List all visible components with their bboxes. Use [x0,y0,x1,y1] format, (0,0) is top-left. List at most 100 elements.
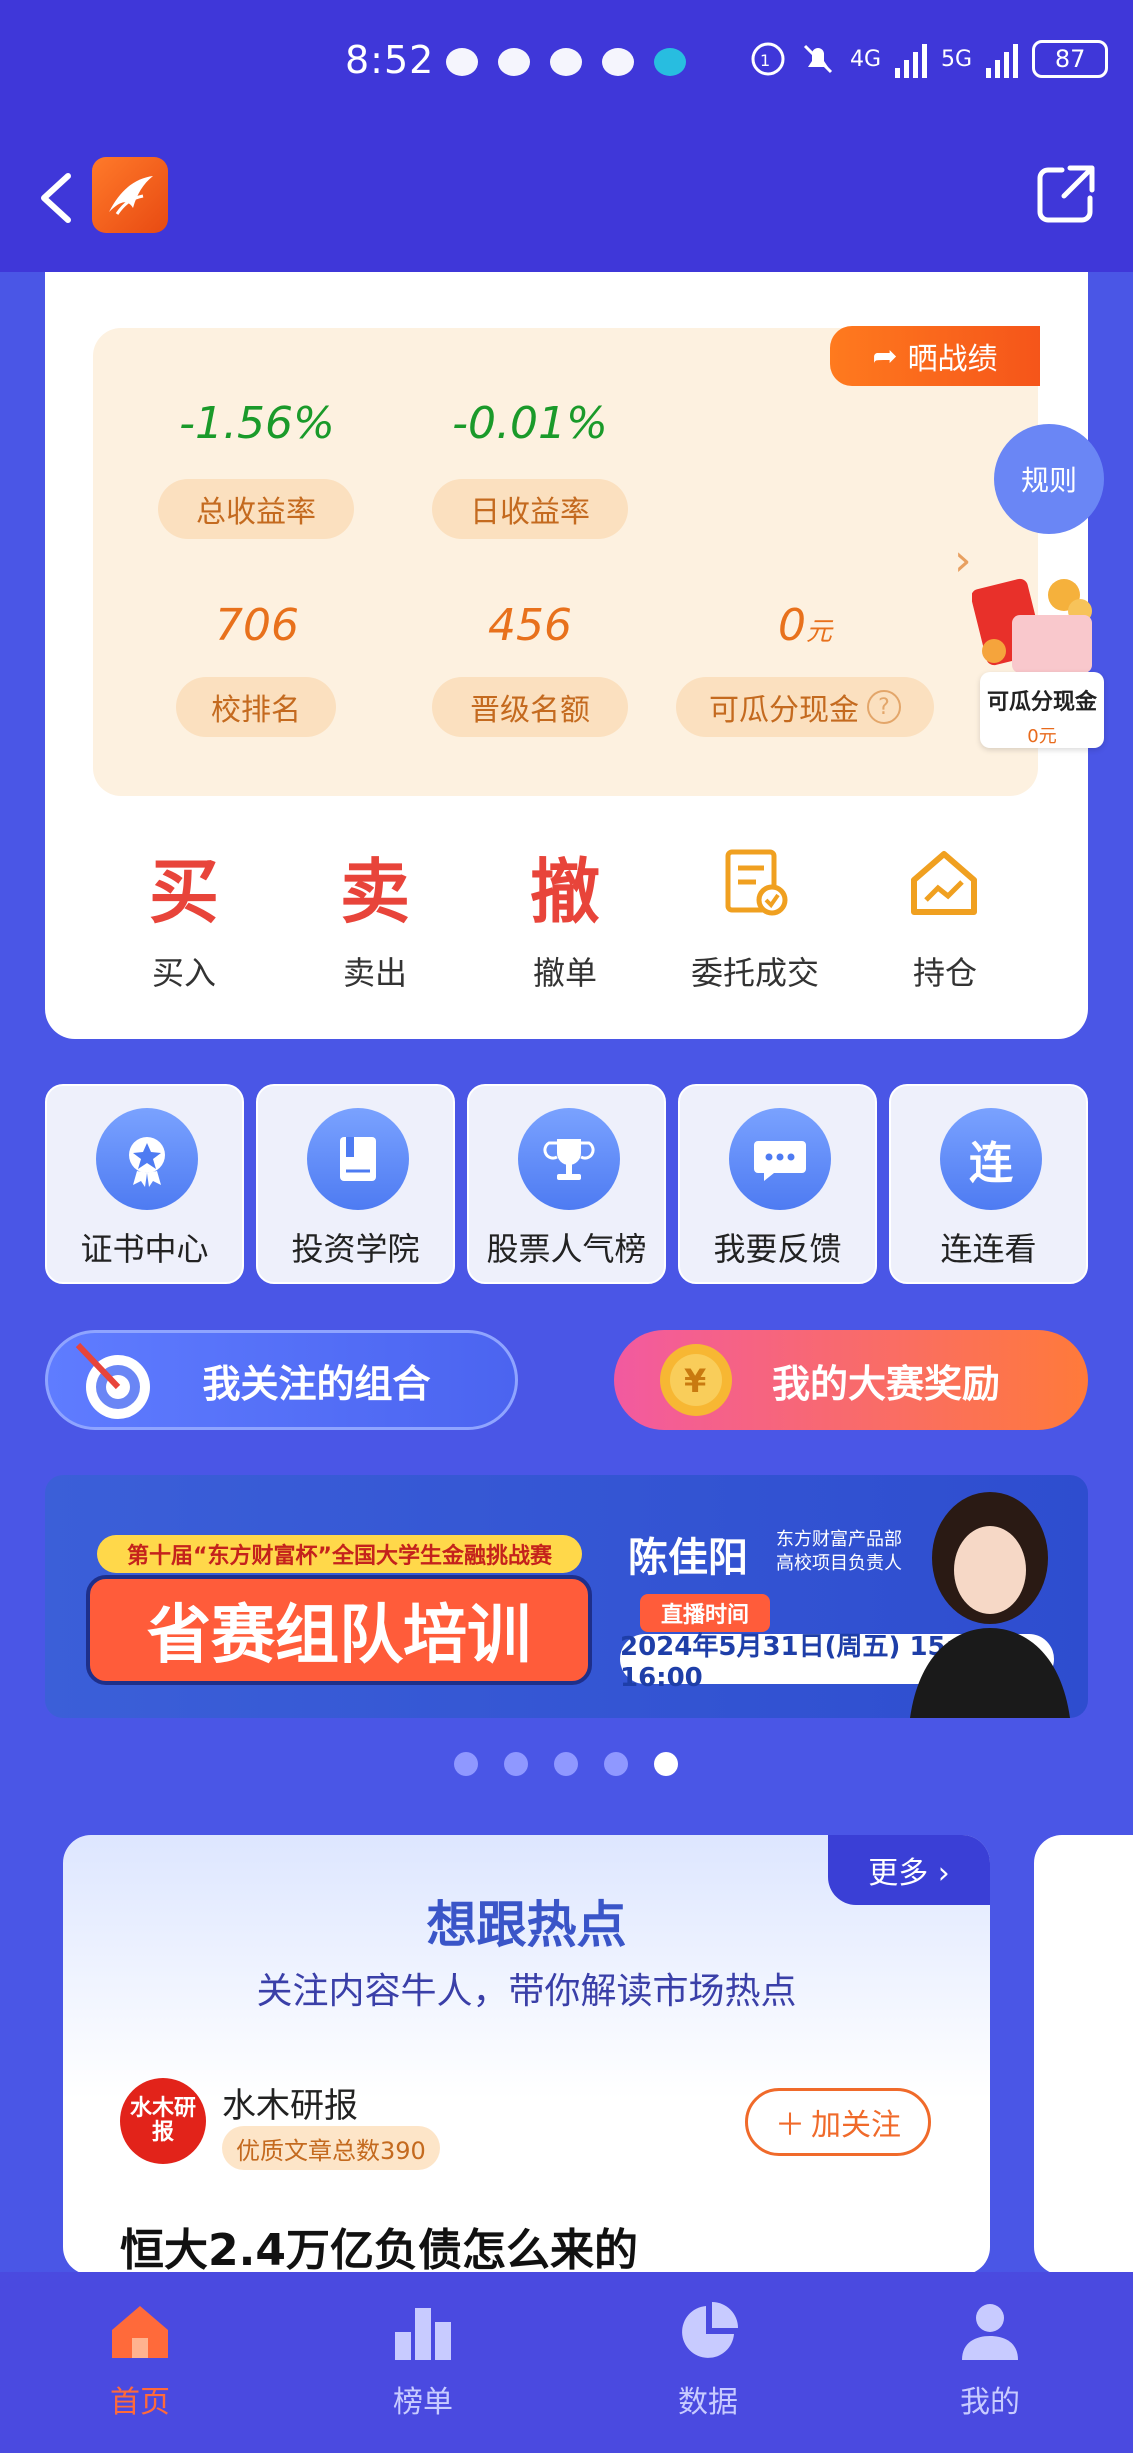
tile-label: 投资学院 [291,1230,420,1268]
carousel-dot-active[interactable] [654,1752,678,1776]
rules-button[interactable]: 规则 [994,424,1104,534]
sell-label: 卖出 [342,954,407,992]
tab-data[interactable]: 数据 [618,2295,798,2421]
tab-ranking[interactable]: 榜单 [333,2295,513,2421]
article-title[interactable]: 恒大2.4万亿负债怎么来的 [120,2214,638,2278]
notification-icons [446,48,686,76]
tab-label: 我的 [960,2385,1020,2420]
notification-icon [446,48,478,76]
carousel-dot[interactable] [454,1752,478,1776]
eastmoney-logo-icon[interactable] [92,157,168,233]
share-performance-label: 晒战绩 [907,342,998,377]
external-link-icon[interactable] [1034,162,1098,226]
my-followed-portfolios-button[interactable]: 我关注的组合 [45,1330,518,1430]
promo-speaker: 陈佳阳 [628,1535,748,1581]
cash-share-value: 0元 [777,600,832,651]
holdings-icon[interactable] [908,848,980,918]
promotion-quota-label: 晋级名额 [432,677,628,737]
orders-icon[interactable] [720,848,790,918]
author-name[interactable]: 水木研报 [222,2078,358,2127]
cancel-order-label: 撤单 [532,954,597,992]
carousel-indicator [454,1752,678,1776]
trophy-icon [518,1108,620,1210]
plus-icon: ＋ [775,2108,805,2143]
tab-label: 数据 [678,2385,738,2420]
promo-subtitle: 第十届“东方财富杯”全国大学生金融挑战赛 [97,1535,582,1573]
coin-icon: ¥ [660,1344,732,1416]
cash-widget-title: 可瓜分现金 [986,690,1097,715]
cash-share-label: 可瓜分现金 ? [676,677,934,737]
tile-feedback[interactable]: 我要反馈 [678,1084,877,1284]
total-return-value: -1.56% [179,398,335,449]
chevron-left-icon[interactable] [36,170,76,226]
tile-investment-academy[interactable]: 投资学院 [256,1084,455,1284]
buy-button[interactable]: 买 [124,836,244,937]
home-icon [112,2306,168,2358]
pie-chart-icon [682,2302,738,2358]
author-avatar[interactable]: 水木研报 [120,2078,206,2164]
next-hot-card[interactable] [1034,1835,1133,2275]
ranking-icon [395,2308,451,2360]
certificate-icon [96,1108,198,1210]
my-competition-rewards-button[interactable]: ¥ 我的大赛奖励 [614,1330,1088,1430]
holdings-label: 持仓 [912,954,977,992]
promo-title: 省赛组队培训 [86,1575,592,1685]
tile-label: 我要反馈 [713,1230,842,1268]
speaker-photo [910,1492,1070,1718]
carousel-dot[interactable] [504,1752,528,1776]
app-header [0,128,1133,272]
tile-label: 证书中心 [80,1230,209,1268]
sell-icon: 卖 [340,851,410,933]
network-4g-label: 4G [850,46,882,72]
tab-me[interactable]: 我的 [900,2295,1080,2421]
notification-icon [550,48,582,76]
mute-icon [803,44,833,74]
tile-label: 股票人气榜 [486,1230,647,1268]
svg-text:1: 1 [760,51,770,70]
cancel-order-icon: 撤 [530,851,600,933]
carousel-dot[interactable] [554,1752,578,1776]
follow-button[interactable]: ＋ 加关注 [745,2088,931,2156]
network-5g-label: 5G [941,46,973,72]
help-icon[interactable]: ? [867,690,901,724]
notification-icon [498,48,530,76]
chat-icon [729,1108,831,1210]
svg-text:¥: ¥ [684,1362,706,1400]
hd-icon: 1 [751,42,785,76]
daily-return-label: 日收益率 [432,479,628,539]
daily-return-value: -0.01% [452,398,608,449]
promo-role-line: 东方财富产品部 [776,1529,902,1550]
school-rank-label: 校排名 [176,677,336,737]
tab-home[interactable]: 首页 [50,2295,230,2421]
share-performance-button[interactable]: ➦ 晒战绩 [830,326,1040,386]
my-rewards-label: 我的大赛奖励 [771,1361,1000,1406]
school-rank-value: 706 [215,600,299,651]
tile-certificate-center[interactable]: 证书中心 [45,1084,244,1284]
tile-stock-popularity[interactable]: 股票人气榜 [467,1084,666,1284]
sell-button[interactable]: 卖 [315,836,435,937]
buy-label: 买入 [151,954,216,992]
tile-link-game[interactable]: 连 连连看 [889,1084,1088,1284]
carousel-dot[interactable] [604,1752,628,1776]
cancel-order-button[interactable]: 撤 [505,836,625,937]
status-time: 8:52 [345,38,435,82]
target-icon [75,1342,150,1419]
status-indicators: 1 4G 5G 87 [750,40,1109,78]
buy-icon: 买 [149,851,219,933]
promo-role: 东方财富产品部 高校项目负责人 [776,1528,902,1576]
signal-5g-icon [986,40,1019,78]
promotion-quota-value: 456 [488,600,572,651]
my-follow-label: 我关注的组合 [202,1361,431,1406]
tab-label: 首页 [110,2385,170,2420]
author-badge: 优质文章总数390 [222,2126,440,2170]
signal-4g-icon [895,40,928,78]
cash-widget-value: 0元 [1027,726,1057,747]
hot-subtitle: 关注内容牛人，带你解读市场热点 [256,1971,797,2012]
notification-icon [654,48,686,76]
hot-title: 想跟热点 [426,1896,627,1954]
user-icon [962,2304,1018,2360]
cash-share-label-text: 可瓜分现金 [709,693,859,728]
chevron-right-icon[interactable]: › [954,535,972,586]
promo-role-line: 高校项目负责人 [776,1553,902,1574]
tile-label: 连连看 [940,1230,1037,1268]
